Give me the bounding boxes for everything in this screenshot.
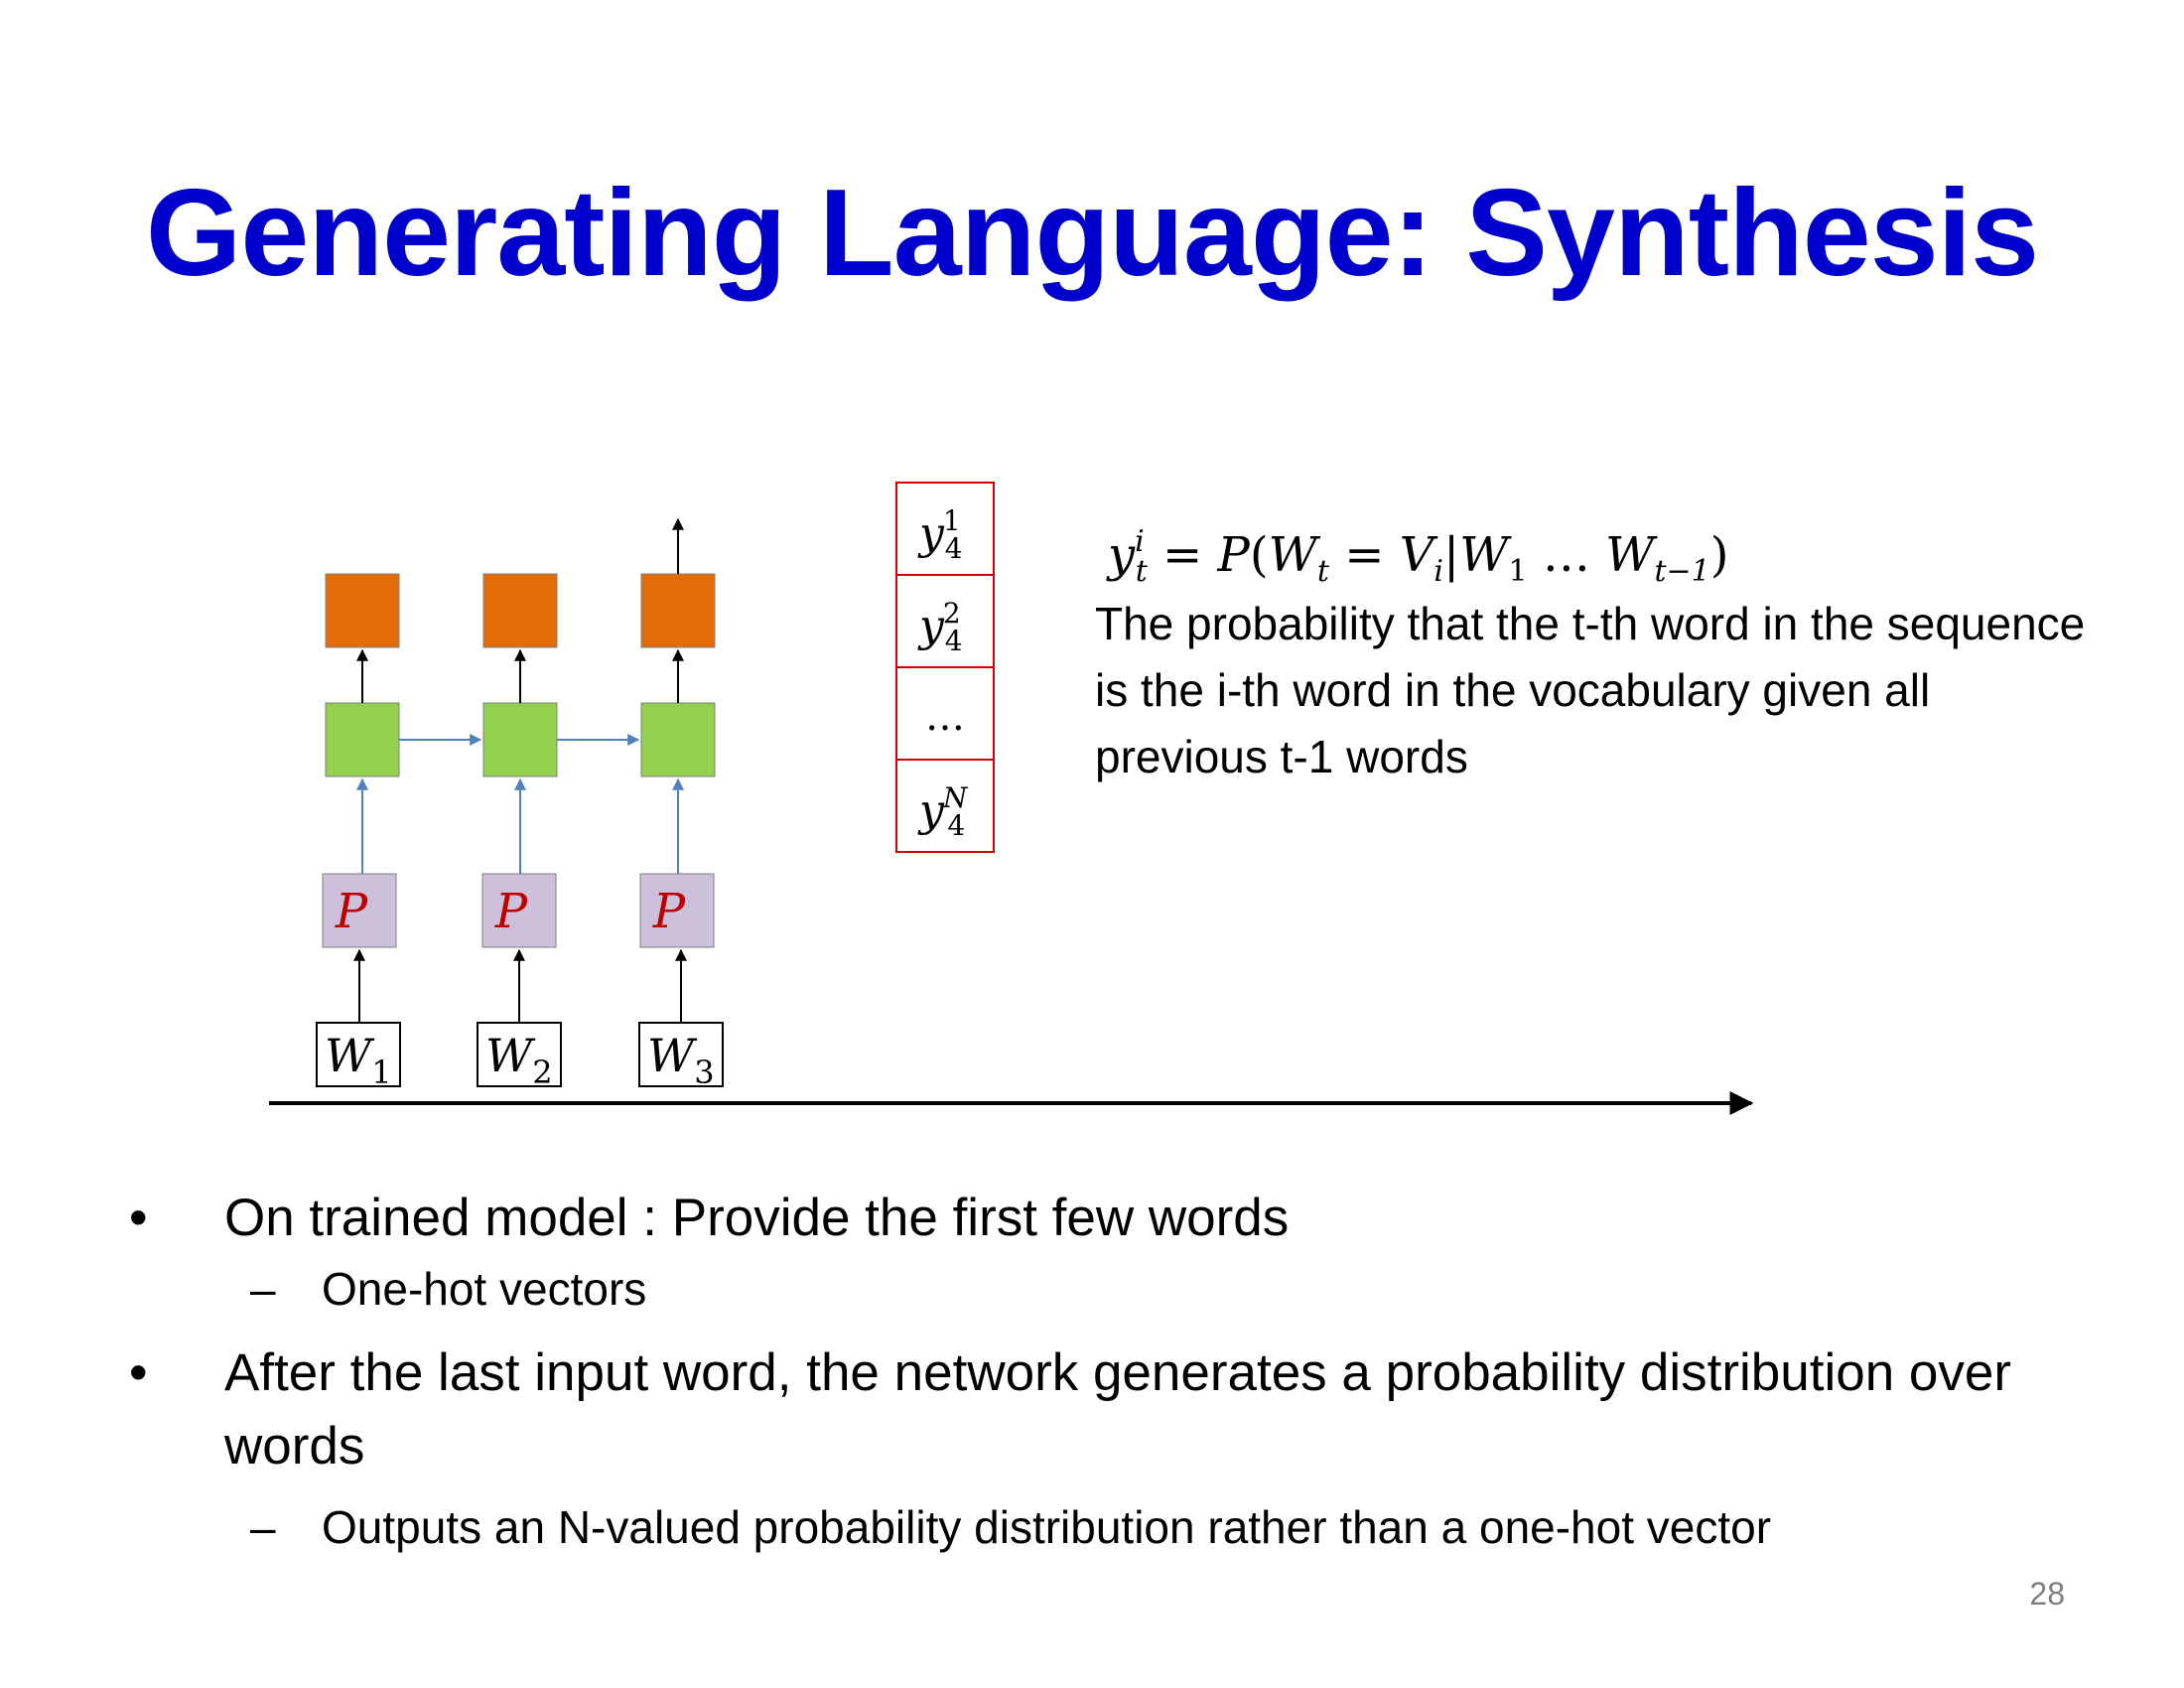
projection-box: P [639, 873, 715, 948]
svg-text:P: P [335, 884, 368, 939]
probability-formula: yi t = P(Wt = Vi|W1 … Wt−1) [1106, 524, 1728, 589]
vector-entry-ellipsis: … [925, 694, 965, 740]
svg-text:P: P [494, 884, 528, 939]
vector-entry-y4-n: yN 4 [917, 781, 969, 842]
bullet-item: • After the last input word, the network… [129, 1336, 2105, 1483]
output-box [640, 573, 716, 648]
input-word-w3: W3 [638, 1022, 724, 1091]
vector-entry-y4-1: y1 4 [917, 504, 963, 565]
vector-entry-y4-2: y2 4 [917, 597, 963, 657]
projection-box: P [322, 873, 397, 948]
sub-bullet-item: – Outputs an N-valued probability distri… [129, 1493, 2105, 1561]
bullet-text: After the last input word, the network g… [224, 1343, 2012, 1476]
projection-box: P [481, 873, 557, 948]
sub-bullet-item: – One-hot vectors [129, 1255, 2105, 1323]
sub-bullet-marker: – [250, 1263, 276, 1315]
sub-bullet-text: Outputs an N-valued probability distribu… [322, 1501, 1772, 1553]
bullet-marker: • [129, 1343, 148, 1402]
bullet-text: On trained model : Provide the first few… [224, 1189, 1290, 1247]
hidden-box [640, 702, 716, 777]
bullet-list: • On trained model : Provide the first f… [129, 1182, 2105, 1561]
hidden-box [325, 702, 400, 777]
output-box [325, 573, 400, 648]
output-box [482, 573, 558, 648]
bullet-item: • On trained model : Provide the first f… [129, 1182, 2105, 1255]
sub-bullet-text: One-hot vectors [322, 1263, 647, 1315]
page-number: 28 [2029, 1576, 2065, 1612]
svg-text:P: P [652, 884, 686, 939]
input-word-w2: W2 [477, 1022, 562, 1091]
output-distribution-vector: y1 4 y2 4 … yN 4 [895, 482, 995, 853]
sub-bullet-marker: – [250, 1501, 276, 1553]
hidden-box [482, 702, 558, 777]
formula-description: The probability that the t-th word in th… [1095, 598, 2086, 782]
bullet-marker: • [129, 1189, 148, 1247]
input-word-w1: W1 [316, 1022, 401, 1091]
